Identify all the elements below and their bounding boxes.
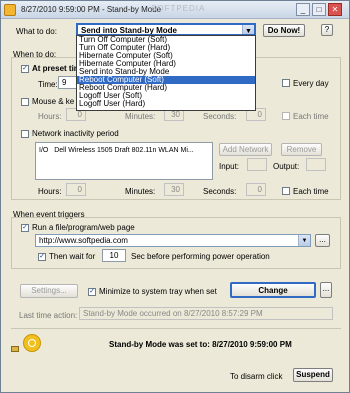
suspend-button[interactable]: Suspend — [293, 368, 333, 382]
minimize-tray-checkbox[interactable]: ✓ — [88, 288, 96, 296]
mouse-each-time-checkbox[interactable] — [282, 112, 290, 120]
what-to-do-label: What to do: — [16, 27, 57, 36]
then-wait-label: Then wait for — [49, 252, 96, 261]
change-more-button[interactable]: ... — [320, 282, 332, 298]
mouse-seconds-label: Seconds: — [203, 112, 237, 121]
action-option[interactable]: Logoff User (Hard) — [77, 100, 255, 108]
minimize-button[interactable]: _ — [296, 3, 310, 16]
run-file-checkbox[interactable]: ✓ — [21, 224, 29, 232]
network-adapter-list[interactable]: I/O Dell Wireless 1505 Draft 802.11n WLA… — [35, 142, 213, 180]
watermark: SOFTPEDIA — [151, 4, 206, 13]
close-button[interactable]: ✕ — [328, 3, 342, 16]
run-url-value: http://www.softpedia.com — [39, 236, 128, 245]
network-label: Network inactivity period — [32, 129, 119, 138]
wait-seconds-input[interactable]: 10 — [102, 249, 126, 262]
mouse-minutes-label: Minutes: — [125, 112, 156, 121]
network-output-field[interactable] — [306, 158, 326, 171]
change-button[interactable]: Change — [230, 282, 316, 298]
network-each-time-checkbox[interactable] — [282, 187, 290, 195]
network-minutes-input[interactable]: 30 — [164, 183, 184, 196]
network-adapter-item[interactable]: I/O Dell Wireless 1505 Draft 802.11n WLA… — [39, 147, 194, 154]
wait-suffix-label: Sec before performing power operation — [131, 252, 270, 261]
mouse-keyboard-checkbox[interactable] — [21, 98, 29, 106]
disarm-label: To disarm click — [230, 372, 283, 381]
do-now-button[interactable]: Do Now! — [263, 24, 305, 37]
main-window: 8/27/2010 9:59:00 PM - Stand-by Mode _ □… — [0, 0, 350, 393]
last-action-label: Last time action: — [19, 311, 78, 320]
network-adapter-name: Dell Wireless 1505 Draft 802.11n WLAN Mi… — [54, 147, 194, 154]
run-url-input[interactable]: http://www.softpedia.com ▼ — [35, 234, 311, 247]
run-file-label: Run a file/program/web page — [32, 223, 135, 232]
settings-button[interactable]: Settings... — [20, 284, 78, 298]
status-text: Stand-by Mode was set to: 8/27/2010 9:59… — [109, 340, 292, 349]
browse-button[interactable]: ... — [315, 234, 330, 247]
mouse-hours-label: Hours: — [38, 112, 62, 121]
network-minutes-label: Minutes: — [125, 187, 156, 196]
every-day-checkbox[interactable] — [282, 79, 290, 87]
preset-time-checkbox[interactable]: ✓ — [21, 65, 29, 73]
action-dropdown-list[interactable]: Turn Off Computer (Soft) Turn Off Comput… — [76, 35, 256, 111]
network-seconds-label: Seconds: — [203, 187, 237, 196]
app-icon — [4, 4, 16, 16]
last-action-field: Stand-by Mode occurred on 8/27/2010 8:57… — [79, 307, 333, 320]
window-title: 8/27/2010 9:59:00 PM - Stand-by Mode — [21, 5, 162, 14]
then-wait-checkbox[interactable]: ✓ — [38, 253, 46, 261]
network-seconds-input[interactable]: 0 — [246, 183, 266, 196]
network-hours-label: Hours: — [38, 187, 62, 196]
network-input-field[interactable] — [247, 158, 267, 171]
add-network-button[interactable]: Add Network — [219, 143, 272, 156]
action-select-value: Send into Stand-by Mode — [81, 26, 177, 35]
mouse-keyboard-label: Mouse & ke — [32, 97, 75, 106]
remove-network-button[interactable]: Remove — [281, 143, 322, 156]
preset-time-label: At preset tim — [32, 64, 81, 73]
input-label: Input: — [219, 162, 240, 171]
divider — [11, 328, 341, 329]
output-label: Output: — [273, 162, 300, 171]
power-status-icon — [23, 334, 41, 352]
mouse-each-time-label: Each time — [293, 112, 329, 121]
minimize-tray-label: Minimize to system tray when set — [99, 287, 217, 296]
chevron-down-icon[interactable]: ▼ — [298, 235, 310, 246]
help-button[interactable]: ? — [321, 24, 333, 36]
network-checkbox[interactable] — [21, 130, 29, 138]
time-input[interactable]: 9 — [58, 76, 78, 89]
time-label: Time: — [38, 80, 58, 89]
network-hours-input[interactable]: 0 — [66, 183, 86, 196]
every-day-label: Every day — [293, 79, 329, 88]
network-adapter-prefix: I/O — [39, 147, 49, 154]
maximize-button[interactable]: □ — [312, 3, 326, 16]
network-each-time-label: Each time — [293, 187, 329, 196]
lock-icon — [11, 346, 19, 352]
chevron-down-icon[interactable]: ▼ — [242, 25, 254, 34]
